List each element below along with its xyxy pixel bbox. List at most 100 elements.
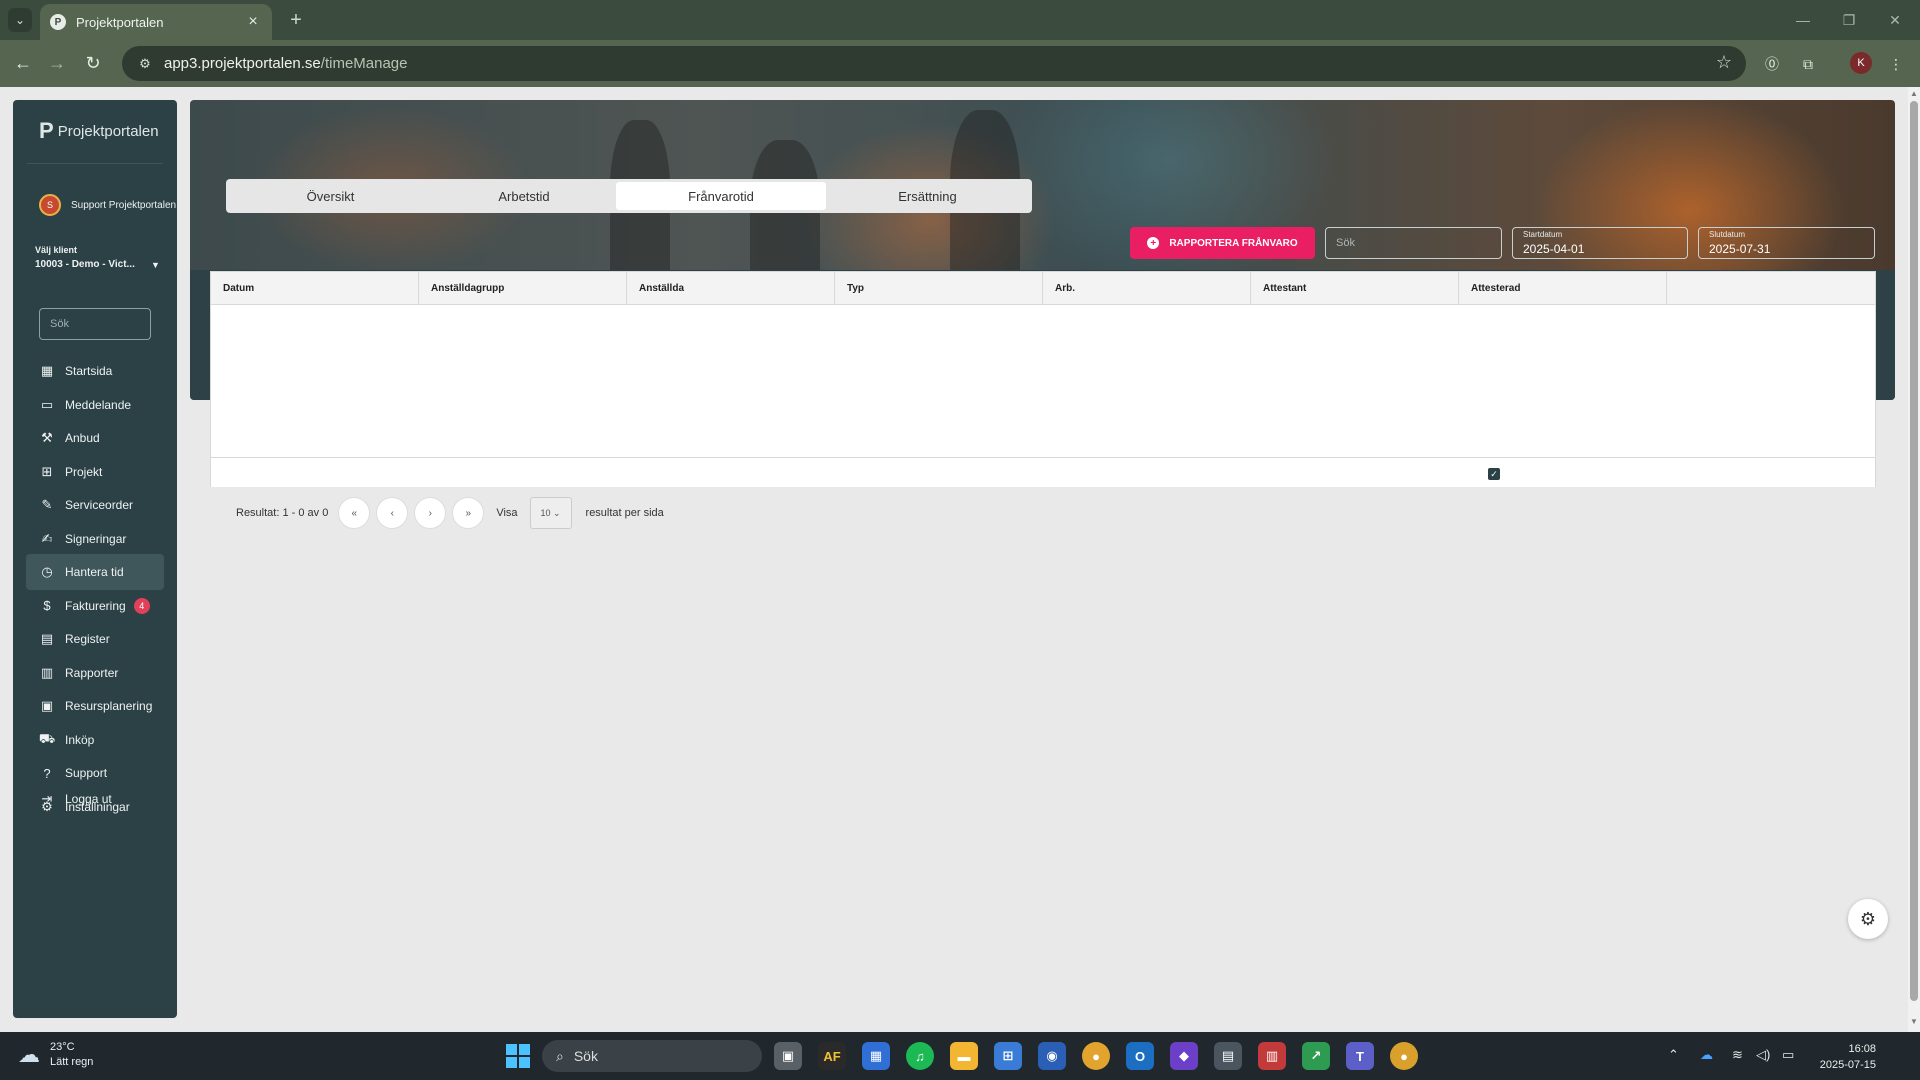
restore-icon[interactable]: ❐ [1834, 8, 1864, 32]
caret-down-icon[interactable]: ▼ [151, 260, 160, 270]
site-settings-icon[interactable]: ⚙ [130, 56, 160, 72]
scroll-down-icon[interactable]: ▼ [1908, 1017, 1920, 1029]
register-icon: ▤ [40, 631, 54, 646]
logo[interactable]: P Projektportalen [39, 118, 159, 144]
new-tab-icon[interactable]: + [284, 8, 308, 32]
app-widgets-icon[interactable]: ▦ [862, 1042, 890, 1070]
column-header-anstallda[interactable]: Anställda [627, 272, 835, 305]
start-windows-icon[interactable] [506, 1044, 530, 1068]
volume-icon[interactable]: ◁) [1756, 1047, 1770, 1063]
battery-icon[interactable]: ▭ [1782, 1047, 1794, 1063]
menu-dots-icon[interactable]: ⋮ [1884, 52, 1908, 76]
clock[interactable]: 16:08 2025-07-15 [1812, 1041, 1876, 1073]
search-input[interactable]: Sök [1325, 227, 1502, 259]
taskbar-search[interactable]: ⌕ Sök [542, 1040, 762, 1072]
attested-checkbox[interactable]: ✓ [1488, 468, 1500, 480]
store-icon[interactable]: ⊞ [994, 1042, 1022, 1070]
window-close-icon[interactable]: ✕ [1880, 8, 1910, 32]
client-select[interactable]: 10003 - Demo - Vict... [35, 259, 135, 270]
password-manager-icon[interactable]: ⓪ [1760, 52, 1784, 76]
grid-icon: ⊞ [41, 463, 53, 479]
user-name: Support Projektportalen [71, 199, 177, 211]
sidebar-item-hantera-tid[interactable]: ◷ Hantera tid [26, 554, 164, 590]
column-header-attestant[interactable]: Attestant [1251, 272, 1459, 305]
user-profile[interactable]: S Support Projektportalen [39, 194, 176, 216]
tab-franvarotid[interactable]: Frånvarotid [616, 182, 826, 210]
end-date-field[interactable]: Slutdatum 2025-07-31 [1698, 227, 1875, 259]
address-bar[interactable]: ⚙ app3.projektportalen.se/timeManage ☆ [122, 46, 1746, 81]
calculator-icon[interactable]: ▤ [1214, 1042, 1242, 1070]
sidebar-item-meddelande[interactable]: ▭ Meddelande [26, 387, 164, 423]
tab-list-chevron-icon[interactable]: ⌄ [8, 8, 32, 32]
sidebar-item-label: Rapporter [65, 665, 119, 680]
tab-ersattning[interactable]: Ersättning [826, 182, 1029, 210]
tab-arbetstid[interactable]: Arbetstid [432, 182, 616, 210]
sidebar-item-anbud[interactable]: ⚒ Anbud [26, 420, 164, 456]
column-header-anstalldagrupp[interactable]: Anställdagrupp [419, 272, 627, 305]
outlook-icon[interactable]: O [1126, 1042, 1154, 1070]
page-scrollbar[interactable]: ▲ ▼ [1908, 87, 1920, 1032]
app-red-icon[interactable]: ▥ [1258, 1042, 1286, 1070]
first-page-button[interactable]: « [338, 497, 371, 529]
sidebar-item-signeringar[interactable]: ✍ Signeringar [26, 521, 164, 557]
sidebar-item-projekt[interactable]: ⊞ Projekt [26, 454, 164, 490]
teams-icon[interactable]: T [1346, 1042, 1374, 1070]
back-arrow-icon[interactable]: ← [10, 50, 36, 76]
sidebar-item-rapporter[interactable]: ▥ Rapporter [26, 655, 164, 691]
sidebar-item-startsida[interactable]: ▦ Startsida [26, 353, 164, 389]
column-header-typ[interactable]: Typ [835, 272, 1043, 305]
sidebar-item-serviceorder[interactable]: ✎ Serviceorder [26, 487, 164, 523]
scroll-up-icon[interactable]: ▲ [1908, 89, 1920, 101]
close-icon[interactable]: × [244, 13, 262, 31]
wrench-icon: ✎ [41, 497, 53, 512]
sidebar-item-inköp[interactable]: ⛟ Inköp [26, 722, 164, 758]
chrome-profile-icon[interactable]: ● [1390, 1042, 1418, 1070]
browser-tabstrip: ⌄ P Projektportalen × + — ❐ ✕ [0, 0, 1920, 40]
sidebar-item-label: Signeringar [65, 531, 127, 546]
app-assistant-icon[interactable]: ◉ [1038, 1042, 1066, 1070]
settings-gear-icon[interactable]: ⚙ [1848, 899, 1888, 939]
forward-arrow-icon[interactable]: → [44, 50, 70, 76]
extensions-icon[interactable]: ⧉ [1796, 52, 1820, 76]
app-af-icon[interactable]: AF [818, 1042, 846, 1070]
column-header-arb[interactable]: Arb. [1043, 272, 1251, 305]
app-purple-icon[interactable]: ◆ [1170, 1042, 1198, 1070]
sidebar-item-fakturering[interactable]: $ Fakturering 4 [26, 588, 164, 624]
file-explorer-icon[interactable]: ▬ [950, 1042, 978, 1070]
wifi-icon[interactable]: ≋ [1732, 1047, 1743, 1063]
next-page-button[interactable]: › [414, 497, 447, 529]
tab-title: Projektportalen [76, 14, 164, 30]
prev-page-button[interactable]: ‹ [376, 497, 409, 529]
task-view-icon[interactable]: ▣ [774, 1042, 802, 1070]
minimize-icon[interactable]: — [1788, 8, 1818, 32]
bookmark-star-icon[interactable]: ☆ [1716, 52, 1732, 73]
browser-tab[interactable]: P Projektportalen × [40, 4, 272, 40]
plus-icon: + [1147, 237, 1160, 249]
end-date-value: 2025-07-31 [1709, 242, 1771, 256]
start-date-field[interactable]: Startdatum 2025-04-01 [1512, 227, 1688, 259]
onedrive-icon[interactable]: ☁ [1700, 1047, 1713, 1063]
column-header-attesterad[interactable]: Attesterad [1459, 272, 1667, 305]
sidebar-item-resursplanering[interactable]: ▣ Resursplanering [26, 688, 164, 724]
report-absence-button[interactable]: + RAPPORTERA FRÅNVARO [1130, 227, 1315, 259]
sidebar-search-input[interactable] [39, 308, 151, 340]
profile-avatar[interactable]: K [1850, 52, 1872, 74]
taskbar: ☁ 23°C Lätt regn ⌕ Sök ▣ AF ▦ ♫ ▬ ⊞ ◉ ● … [0, 1032, 1920, 1080]
tab-oversikt[interactable]: Översikt [229, 182, 432, 210]
column-header-datum[interactable]: Datum [211, 272, 419, 305]
last-page-button[interactable]: » [452, 497, 485, 529]
app-chart-icon[interactable]: ↗ [1302, 1042, 1330, 1070]
reload-icon[interactable]: ↻ [80, 50, 106, 76]
logo-mark-icon: P [39, 118, 54, 143]
chrome-icon[interactable]: ● [1082, 1042, 1110, 1070]
sidebar-item-label: Support [65, 766, 108, 780]
weather-text: Lätt regn [50, 1056, 94, 1068]
scroll-thumb[interactable] [1910, 101, 1918, 1001]
tray-chevron-icon[interactable]: ⌃ [1668, 1047, 1679, 1063]
sidebar-item-logout[interactable]: ⇥ Logga ut [26, 781, 164, 817]
weather-widget[interactable]: ☁ 23°C Lätt regn [18, 1040, 93, 1070]
spotify-icon[interactable]: ♫ [906, 1042, 934, 1070]
per-page-select[interactable]: 10 ⌄ [529, 497, 572, 529]
sidebar-item-register[interactable]: ▤ Register [26, 621, 164, 657]
help-icon: ? [43, 765, 51, 781]
